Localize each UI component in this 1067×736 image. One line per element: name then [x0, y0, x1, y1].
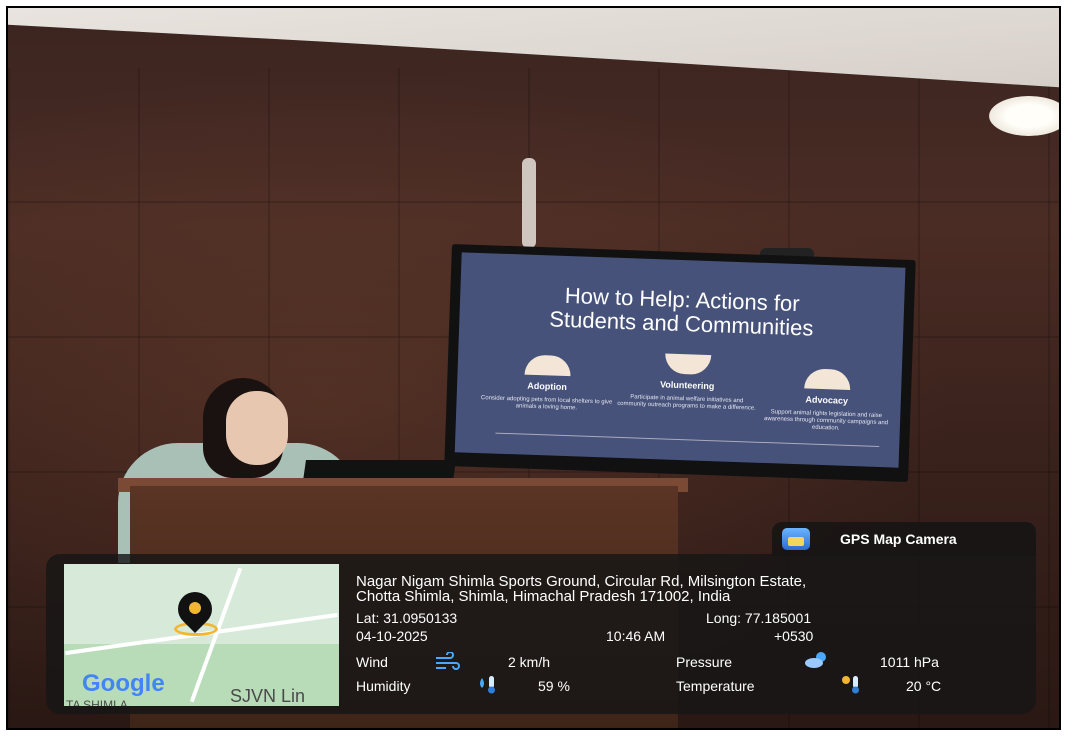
slide-column-adoption: Adoption Consider adopting pets from loc…: [476, 353, 618, 414]
address-line-2: Chotta Shimla, Shimla, Himachal Pradesh …: [356, 588, 731, 605]
weather-cloud-icon: [805, 652, 826, 668]
sun-thermometer-icon: [842, 676, 859, 694]
map-place-label: SJVN Lin: [230, 686, 306, 706]
map-pin-dot: [189, 602, 201, 614]
time: 10:46 AM: [606, 628, 666, 644]
wind-label: Wind: [356, 654, 388, 670]
latitude: Lat: 31.0950133: [356, 610, 458, 626]
gps-info-card: Google SJVN Lin TA SHIMLA Nagar Nigam Sh…: [46, 554, 1036, 714]
presentation-screen: How to Help: Actions for Students and Co…: [444, 243, 916, 483]
gps-app-tag: GPS Map Camera: [772, 522, 1036, 556]
address-line-1: Nagar Nigam Shimla Sports Ground, Circul…: [356, 573, 807, 590]
longitude: Long: 77.185001: [706, 610, 812, 626]
temperature-value: 20 °C: [906, 678, 942, 694]
gps-camera-app-icon: [782, 528, 810, 550]
semicircle-shape: [664, 353, 712, 376]
column-body: Support animal rights legislation and ra…: [763, 409, 889, 432]
slide-progress-bar: [495, 432, 880, 448]
slide-title: How to Help: Actions for Students and Co…: [459, 280, 904, 343]
column-heading: Volunteering: [659, 379, 715, 392]
map-place-label-2: TA SHIMLA: [66, 698, 128, 706]
column-body: Participate in animal welfare initiative…: [617, 394, 756, 412]
slide-column-volunteering: Volunteering Participate in animal welfa…: [616, 352, 758, 413]
date: 04-10-2025: [356, 628, 428, 644]
column-heading: Advocacy: [805, 394, 849, 406]
humidity-label: Humidity: [356, 678, 411, 694]
wind-icon: [436, 652, 460, 670]
wind-value: 2 km/h: [508, 654, 551, 670]
pressure-label: Pressure: [676, 654, 733, 670]
humidity-thermometer-icon: [480, 676, 495, 694]
timezone: +0530: [774, 628, 814, 644]
pressure-value: 1011 hPa: [880, 654, 939, 670]
column-body: Consider adopting pets from local shelte…: [480, 395, 613, 412]
wall-pipe: [522, 158, 536, 248]
humidity-value: 59 %: [538, 678, 570, 694]
slide: How to Help: Actions for Students and Co…: [454, 252, 906, 468]
address: Nagar Nigam Shimla Sports Ground, Circul…: [356, 574, 1026, 604]
temperature-label: Temperature: [676, 678, 755, 694]
semicircle-shape: [524, 354, 572, 377]
speaker-face: [226, 391, 288, 465]
ceiling-lamp: [989, 96, 1059, 136]
location-map: Google SJVN Lin TA SHIMLA: [64, 564, 339, 706]
slide-column-advocacy: Advocacy Support animal rights legislati…: [756, 367, 898, 435]
google-logo: Google: [82, 670, 165, 697]
semicircle-shape: [804, 368, 851, 390]
gps-app-title: GPS Map Camera: [840, 531, 957, 547]
column-heading: Adoption: [527, 380, 568, 393]
